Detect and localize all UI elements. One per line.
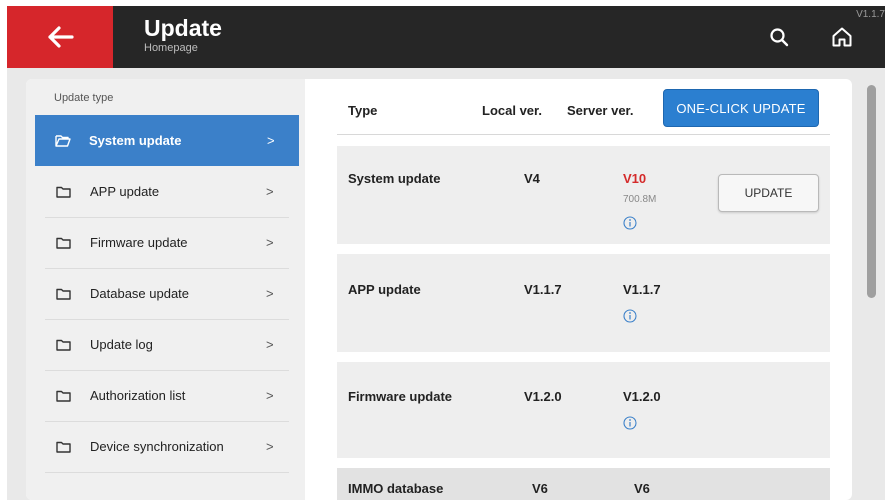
- chevron-right-icon: >: [266, 439, 274, 454]
- row-server-version: V1.2.0: [623, 389, 661, 404]
- one-click-update-button[interactable]: ONE-CLICK UPDATE: [663, 89, 819, 127]
- file-size: 700.8M: [623, 194, 657, 205]
- sidebar-item-firmware-update[interactable]: Firmware update >: [36, 217, 298, 268]
- content-panel: Update type System update > APP update >: [26, 79, 852, 500]
- top-bar: Update Homepage V1.1.7: [7, 6, 885, 68]
- title-block: Update Homepage: [144, 15, 222, 55]
- folder-icon: [56, 185, 72, 199]
- home-icon: [832, 27, 852, 47]
- row-server-version: V6: [634, 481, 650, 496]
- table-row: IMMO database V6 V6: [337, 468, 830, 500]
- column-header-local: Local ver.: [482, 103, 542, 118]
- table-row: System update V4 V10 700.8M UPDATE: [337, 146, 830, 244]
- row-server-version: V10: [623, 171, 647, 186]
- sidebar-item-system-update[interactable]: System update >: [35, 115, 299, 166]
- search-icon: [770, 28, 789, 47]
- divider: [45, 472, 289, 473]
- row-local-version: V1.2.0: [524, 389, 562, 404]
- sidebar-item-label: Update log: [90, 337, 153, 352]
- folder-icon: [56, 338, 72, 352]
- info-icon[interactable]: [623, 216, 637, 230]
- row-type: IMMO database: [348, 481, 444, 496]
- scrollbar[interactable]: [865, 79, 879, 500]
- chevron-right-icon: >: [266, 286, 274, 301]
- sidebar-item-label: Authorization list: [90, 388, 186, 403]
- sidebar-heading: Update type: [54, 92, 114, 104]
- scrollbar-thumb[interactable]: [867, 85, 876, 298]
- page-title: Update: [144, 15, 222, 41]
- sidebar-item-device-synchronization[interactable]: Device synchronization >: [36, 421, 298, 472]
- table-row: Firmware update V1.2.0 V1.2.0: [337, 362, 830, 458]
- row-type: System update: [348, 171, 441, 186]
- sidebar-item-label: Firmware update: [90, 235, 188, 250]
- row-local-version: V1.1.7: [524, 282, 562, 297]
- sidebar-item-database-update[interactable]: Database update >: [36, 268, 298, 319]
- version-label: V1.1.7: [856, 9, 885, 20]
- folder-icon: [56, 389, 72, 403]
- chevron-right-icon: >: [266, 184, 274, 199]
- update-button[interactable]: UPDATE: [718, 174, 819, 212]
- row-type: Firmware update: [348, 389, 453, 404]
- sidebar-item-update-log[interactable]: Update log >: [36, 319, 298, 370]
- folder-icon: [56, 440, 72, 454]
- app-window: Update Homepage V1.1.7 Update type Syste…: [7, 6, 885, 500]
- row-server-version: V1.1.7: [623, 282, 661, 297]
- chevron-right-icon: >: [267, 133, 275, 148]
- arrow-left-icon: [48, 26, 74, 48]
- chevron-right-icon: >: [266, 388, 274, 403]
- divider: [337, 134, 830, 135]
- folder-icon: [56, 287, 72, 301]
- row-type: APP update: [348, 282, 421, 297]
- folder-icon: [56, 236, 72, 250]
- column-header-type: Type: [348, 103, 378, 118]
- chevron-right-icon: >: [266, 235, 274, 250]
- sidebar-item-label: System update: [89, 133, 182, 148]
- chevron-right-icon: >: [266, 337, 274, 352]
- sidebar-item-app-update[interactable]: APP update >: [36, 166, 298, 217]
- sidebar: Update type System update > APP update >: [26, 79, 305, 500]
- sidebar-item-label: Database update: [90, 286, 190, 301]
- column-header-server: Server ver.: [567, 103, 634, 118]
- sidebar-item-label: APP update: [90, 184, 160, 199]
- search-button[interactable]: [765, 23, 793, 51]
- row-local-version: V4: [524, 171, 540, 186]
- home-button[interactable]: [828, 23, 856, 51]
- info-icon[interactable]: [623, 416, 637, 430]
- breadcrumb: Homepage: [144, 42, 198, 54]
- row-local-version: V6: [532, 481, 548, 496]
- sidebar-item-authorization-list[interactable]: Authorization list >: [36, 370, 298, 421]
- back-button[interactable]: [7, 6, 113, 68]
- table-row: APP update V1.1.7 V1.1.7: [337, 254, 830, 352]
- sidebar-item-label: Device synchronization: [90, 439, 224, 454]
- folder-open-icon: [55, 134, 71, 148]
- info-icon[interactable]: [623, 309, 637, 323]
